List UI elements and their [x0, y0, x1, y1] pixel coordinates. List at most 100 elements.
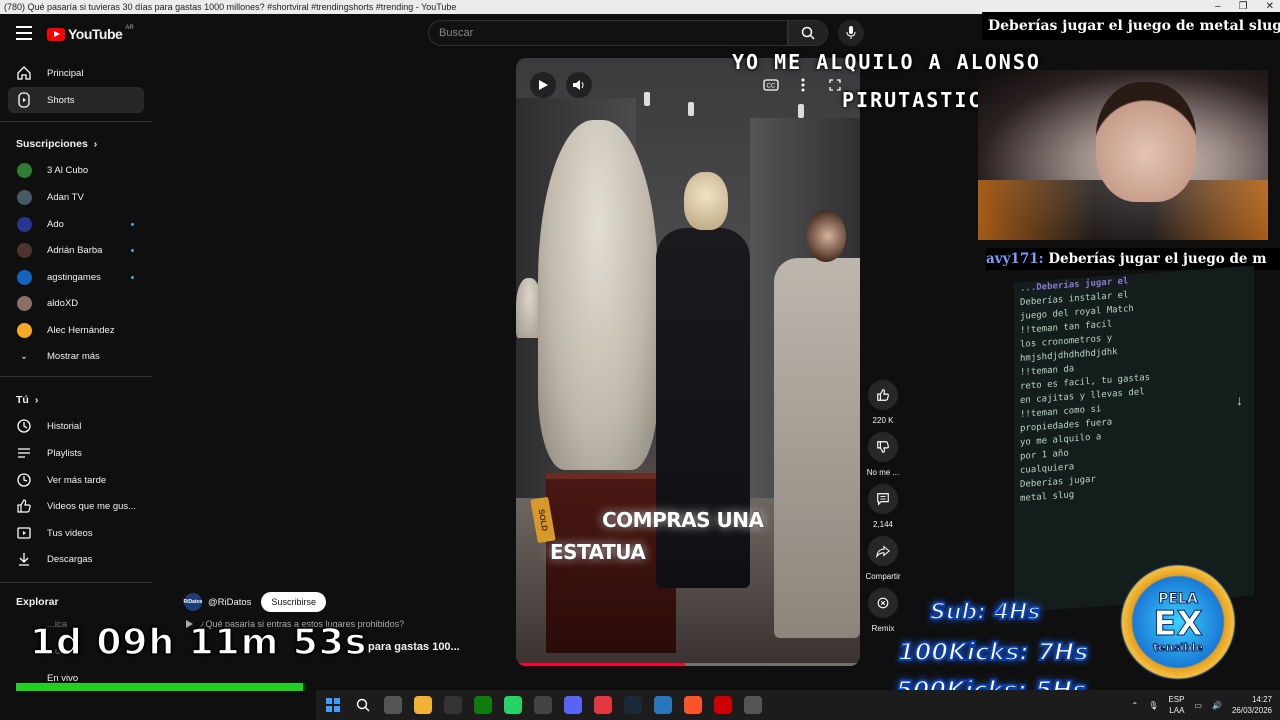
- share-action[interactable]: Compartir: [862, 536, 904, 581]
- share-icon: [876, 545, 890, 558]
- app-icon[interactable]: [594, 696, 612, 714]
- windows-start-icon[interactable]: [324, 696, 342, 714]
- liked-videos-icon: [15, 497, 33, 515]
- avatar: [16, 322, 32, 338]
- network-icon[interactable]: ▭: [1194, 701, 1202, 710]
- remix-icon: [877, 597, 889, 609]
- avatar: [16, 216, 32, 232]
- sidebar-item-3-al-cubo[interactable]: 3 Al Cubo: [8, 157, 144, 183]
- sidebar-item-ver-mas-tarde[interactable]: Ver más tarde: [8, 467, 144, 493]
- divider: [0, 376, 152, 377]
- playlists-icon: [15, 444, 33, 462]
- play-icon: [539, 80, 548, 90]
- like-action[interactable]: 220 K: [862, 380, 904, 425]
- chat-highlight-user: avy171:: [986, 251, 1044, 267]
- avatar: [16, 269, 32, 285]
- dislike-action[interactable]: No me ...: [862, 432, 904, 477]
- video-progress-bar[interactable]: [516, 663, 860, 666]
- search-icon[interactable]: [354, 696, 372, 714]
- avatar: [16, 295, 32, 311]
- sidebar-item-ado[interactable]: Ado: [8, 211, 144, 237]
- chat-highlight-message: Deberías jugar el juego de m: [1048, 251, 1267, 267]
- streamer-image: [1096, 82, 1196, 202]
- stream-ticker: Deberías jugar el juego de metal slug m: [982, 12, 1280, 40]
- sidebar-item-adan-tv[interactable]: Adan TV: [8, 184, 144, 210]
- skeleton-image: [684, 172, 728, 230]
- like-count: 220 K: [872, 416, 894, 425]
- volume-button[interactable]: [566, 72, 592, 98]
- video-caption-line1: COMPRAS UNA: [602, 508, 764, 532]
- discord-icon[interactable]: [564, 696, 582, 714]
- channel-name[interactable]: @RiDatos: [208, 597, 251, 608]
- play-button[interactable]: [530, 72, 556, 98]
- svg-text:CC: CC: [767, 84, 776, 90]
- sidebar: Principal Shorts Suscripciones › 3 Al Cub…: [0, 54, 153, 694]
- task-view-icon[interactable]: [384, 696, 402, 714]
- app-icon[interactable]: [744, 696, 762, 714]
- downloads-icon: [15, 550, 33, 568]
- you-heading[interactable]: Tú ›: [16, 394, 38, 406]
- app-icon[interactable]: [714, 696, 732, 714]
- comment-icon: [877, 493, 889, 506]
- sidebar-item-shorts[interactable]: Shorts: [8, 87, 144, 113]
- show-more-button[interactable]: ⌄ Mostrar más: [8, 343, 144, 369]
- arrow-down-icon[interactable]: ↓: [1236, 392, 1243, 408]
- subscriptions-heading[interactable]: Suscripciones ›: [16, 138, 97, 150]
- stream-badge-logo: PELA EX tensible: [1120, 564, 1236, 680]
- language-indicator[interactable]: ESP LAA: [1168, 694, 1184, 716]
- chevron-right-icon: ›: [93, 138, 98, 150]
- comments-action[interactable]: 2,144: [862, 484, 904, 529]
- like-button[interactable]: [868, 380, 898, 410]
- captions-button[interactable]: CC: [758, 72, 784, 98]
- subscribe-button[interactable]: Suscribirse: [261, 592, 326, 612]
- share-button[interactable]: [868, 536, 898, 566]
- search-button[interactable]: [788, 20, 828, 46]
- sidebar-item-label: Shorts: [47, 94, 75, 106]
- sidebar-item-adrian-barba[interactable]: Adrián Barba: [8, 237, 144, 263]
- sidebar-item-principal[interactable]: Principal: [8, 60, 144, 86]
- xbox-icon[interactable]: [474, 696, 492, 714]
- sidebar-item-playlists[interactable]: Playlists: [8, 440, 144, 466]
- sidebar-item-alec-hernandez[interactable]: Alec Hernández: [8, 317, 144, 343]
- search-input[interactable]: Buscar: [428, 20, 788, 46]
- sidebar-item-videos-que-me-gustan[interactable]: Videos que me gus...: [8, 493, 144, 519]
- whatsapp-icon[interactable]: [504, 696, 522, 714]
- steam-icon[interactable]: [624, 696, 642, 714]
- goal-100-kicks: 100Kicks: 7Hs: [897, 637, 1089, 667]
- window-title: (780) Qué pasaría si tuvieras 30 días pa…: [4, 2, 457, 12]
- new-content-dot: [131, 249, 134, 252]
- badge-bottom-text: tensible: [1153, 640, 1204, 654]
- microphone-icon: [846, 26, 856, 39]
- new-content-dot: [131, 276, 134, 279]
- app-icon[interactable]: [534, 696, 552, 714]
- sidebar-item-descargas[interactable]: Descargas: [8, 546, 144, 572]
- remix-button[interactable]: [868, 588, 898, 618]
- search-icon: [801, 26, 815, 40]
- sidebar-item-tus-videos[interactable]: Tus videos: [8, 520, 144, 546]
- menu-icon[interactable]: [16, 26, 32, 40]
- webcam-feed: [978, 70, 1268, 240]
- microphone-icon[interactable]: 🎙: [1148, 701, 1158, 710]
- chevron-up-icon[interactable]: ⌃: [1132, 701, 1139, 710]
- more-options-button[interactable]: [790, 72, 816, 98]
- dislike-button[interactable]: [868, 432, 898, 462]
- sidebar-item-aldoxd[interactable]: aldoXD: [8, 290, 144, 316]
- sidebar-item-agstingames[interactable]: agstingames: [8, 264, 144, 290]
- app-icon[interactable]: [654, 696, 672, 714]
- youtube-logo[interactable]: YouTube AR: [47, 25, 134, 42]
- speaker-icon[interactable]: 🔊: [1212, 701, 1222, 710]
- clock[interactable]: 14:27 26/03/2026: [1232, 694, 1272, 716]
- stream-chat: ...Deberías jugar el Deberías instalar e…: [1014, 265, 1254, 613]
- app-icon[interactable]: [444, 696, 462, 714]
- brave-browser-icon[interactable]: [684, 696, 702, 714]
- statue-image: [538, 120, 658, 470]
- voice-search-button[interactable]: [838, 20, 864, 46]
- comments-button[interactable]: [868, 484, 898, 514]
- channel-avatar[interactable]: RiDatos: [184, 593, 202, 611]
- short-video-player[interactable]: SOLD COMPRAS UNA ESTATUA CC: [516, 58, 860, 666]
- sidebar-item-historial[interactable]: Historial: [8, 413, 144, 439]
- watch-later-icon: [15, 471, 33, 489]
- remix-action[interactable]: Remix: [862, 588, 904, 633]
- file-explorer-icon[interactable]: [414, 696, 432, 714]
- shorts-icon: [15, 91, 33, 109]
